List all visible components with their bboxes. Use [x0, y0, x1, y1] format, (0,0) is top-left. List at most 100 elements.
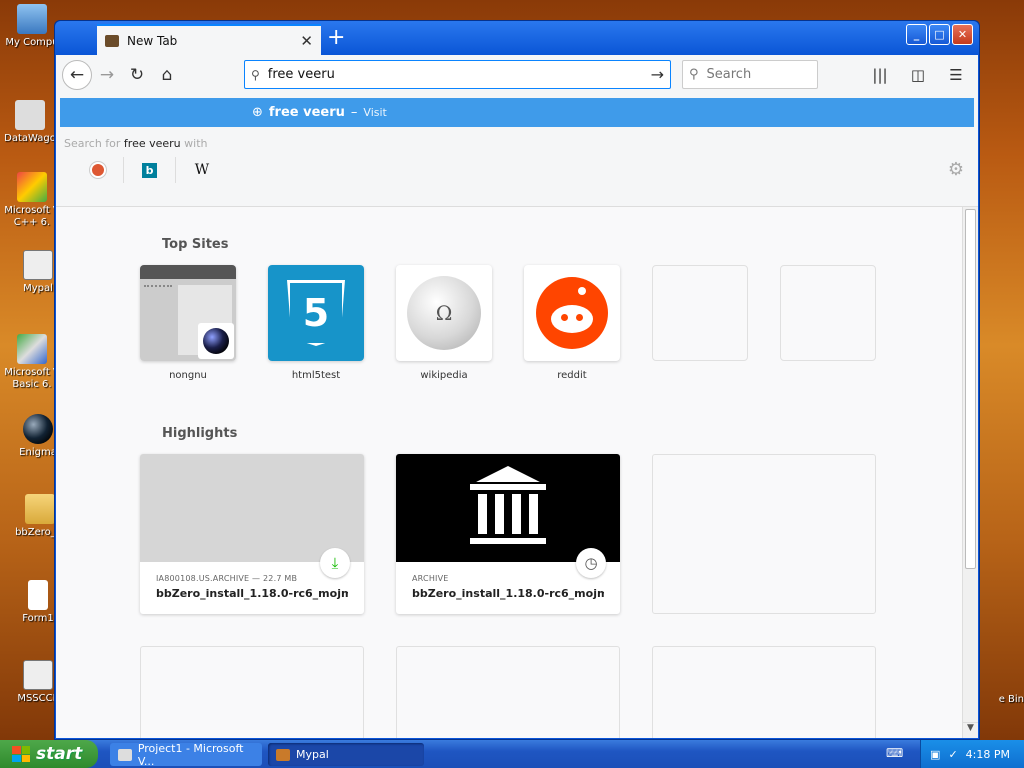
browser-window: New Tab ✕ + _ □ ✕ ← → ↻ ⌂ ⚲ free veeru →…	[54, 20, 980, 740]
desktop-icon-label: Enigma	[19, 447, 57, 458]
home-button[interactable]: ⌂	[152, 60, 182, 90]
suggestion-action: Visit	[363, 106, 387, 119]
back-arrow-icon: ←	[69, 65, 85, 85]
suggestion-row-visit[interactable]: ⊕ free veeru – Visit	[60, 98, 974, 127]
desktop-icon-recycle-bin-label[interactable]: e Bin	[999, 694, 1024, 705]
clock[interactable]: 4:18 PM	[966, 748, 1010, 761]
search-settings-gear-icon[interactable]: ⚙	[948, 159, 964, 180]
top-site-tile-placeholder	[652, 265, 748, 361]
toolbar-right: ||| ◫ ☰	[866, 61, 970, 89]
back-button[interactable]: ←	[62, 60, 92, 90]
top-site-html5test[interactable]: 5 html5test	[268, 265, 364, 381]
tray-status-icon[interactable]: ✓	[948, 748, 957, 761]
network-icon[interactable]: ▣	[930, 748, 940, 761]
top-site-empty	[652, 265, 748, 361]
url-bar[interactable]: ⚲ free veeru →	[244, 60, 671, 89]
tab-title: New Tab	[127, 33, 178, 48]
highlight-source: IA800108.US.ARCHIVE — 22.7 MB	[156, 574, 298, 583]
wiki-glyph: Ω	[435, 301, 453, 325]
top-site-tile-placeholder	[780, 265, 876, 361]
maximize-button[interactable]: □	[929, 24, 950, 45]
forward-arrow-icon: →	[99, 65, 115, 85]
highlight-card[interactable]: ⤓ IA800108.US.ARCHIVE — 22.7 MB bbZero_i…	[140, 454, 364, 614]
highlight-thumbnail	[396, 454, 620, 562]
top-sites-heading: Top Sites	[162, 237, 229, 252]
highlight-title: bbZero_install_1.18.0-rc6_mojmi...	[412, 587, 604, 600]
top-site-nongnu[interactable]: nongnu	[140, 265, 236, 381]
visual-basic-icon	[17, 334, 47, 364]
highlight-title: bbZero_install_1.18.0-rc6_mojmi...	[156, 587, 348, 600]
forward-button[interactable]: →	[92, 60, 122, 90]
vb-project-icon	[118, 748, 132, 761]
highlight-card[interactable]: ◷ ARCHIVE bbZero_install_1.18.0-rc6_mojm…	[396, 454, 620, 614]
search-for-term: free veeru	[123, 137, 181, 150]
top-site-tile: Ω	[396, 265, 492, 361]
tab-favicon-icon	[105, 34, 119, 47]
desktop-icon-label: Form1	[22, 613, 54, 624]
sidebar-icon[interactable]: ◫	[904, 61, 932, 89]
reload-icon: ↻	[129, 65, 145, 85]
taskbar-button-project1[interactable]: Project1 - Microsoft V...	[110, 741, 262, 768]
executable-icon	[23, 660, 53, 690]
scrollbar-thumb[interactable]	[965, 209, 976, 569]
top-site-reddit[interactable]: reddit	[524, 265, 620, 381]
computer-icon	[17, 4, 47, 34]
top-site-tile	[140, 265, 236, 361]
search-for-label: Search for free veeru with	[64, 137, 208, 150]
minimize-button[interactable]: _	[906, 24, 927, 45]
search-for-suffix: with	[184, 137, 208, 150]
start-button[interactable]: start	[0, 740, 98, 768]
reload-button[interactable]: ↻	[122, 60, 152, 90]
globe-icon: ⊕	[252, 105, 263, 120]
html5-logo-icon: 5	[268, 265, 364, 361]
search-icon: ⚲	[689, 67, 699, 82]
shortcut-icon	[15, 100, 45, 130]
archive-building-icon	[470, 466, 546, 548]
keyboard-icon[interactable]: ⌨	[886, 746, 903, 760]
file-icon	[28, 580, 48, 610]
highlight-source: ARCHIVE	[412, 574, 449, 583]
top-site-label: reddit	[557, 370, 587, 381]
clock-icon: ◷	[576, 548, 606, 578]
top-site-wikipedia[interactable]: Ω wikipedia	[396, 265, 492, 381]
taskbar-button-mypal[interactable]: Mypal	[268, 743, 424, 766]
menu-icon[interactable]: ☰	[942, 61, 970, 89]
bing-icon: b	[142, 162, 157, 178]
desktop-icon-label: MSSCCP	[17, 693, 59, 704]
tab-close-icon[interactable]: ✕	[300, 32, 313, 50]
search-icon: ⚲	[251, 67, 260, 82]
engine-duckduckgo-button[interactable]	[72, 157, 124, 183]
desktop-icon-label: Microsoft V C++ 6.	[4, 205, 60, 228]
navigation-toolbar: ← → ↻ ⌂ ⚲ free veeru → ⚲ Search ||| ◫ ☰	[56, 55, 978, 95]
highlights-heading: Highlights	[162, 426, 238, 441]
start-label: start	[36, 744, 83, 764]
system-tray: ▣ ✓ 4:18 PM	[920, 740, 1024, 768]
executable-icon	[23, 250, 53, 280]
html5-glyph: 5	[302, 291, 330, 335]
enigma-ball-icon	[23, 414, 53, 444]
search-bar[interactable]: ⚲ Search	[682, 60, 818, 89]
go-arrow-icon[interactable]: →	[651, 65, 664, 84]
taskbar-button-label: Project1 - Microsoft V...	[137, 741, 244, 768]
library-icon[interactable]: |||	[866, 61, 894, 89]
window-controls: _ □ ✕	[906, 24, 973, 45]
search-input[interactable]: Search	[707, 67, 752, 82]
engine-wikipedia-button[interactable]: W	[176, 157, 228, 183]
highlight-card-placeholder	[140, 646, 364, 738]
new-tab-button[interactable]: +	[327, 25, 345, 51]
title-bar: New Tab ✕ + _ □ ✕	[55, 21, 979, 55]
top-site-label: html5test	[291, 370, 341, 381]
vertical-scrollbar[interactable]: ▼	[962, 207, 978, 738]
desktop-icon-label: My Compu	[5, 37, 59, 48]
scroll-down-arrow-icon[interactable]: ▼	[963, 722, 978, 738]
close-button[interactable]: ✕	[952, 24, 973, 45]
top-site-tile: 5	[268, 265, 364, 361]
tab-new-tab[interactable]: New Tab ✕	[97, 24, 321, 55]
top-site-label: nongnu	[169, 370, 207, 381]
enigma-ball-icon	[198, 323, 234, 359]
duckduckgo-icon	[89, 162, 106, 178]
desktop-icon-label: DataWago	[4, 133, 56, 144]
engine-bing-button[interactable]: b	[124, 157, 176, 183]
url-input[interactable]: free veeru	[268, 67, 643, 82]
url-autocomplete-popup: ⊕ free veeru – Visit Search for free vee…	[56, 95, 978, 207]
